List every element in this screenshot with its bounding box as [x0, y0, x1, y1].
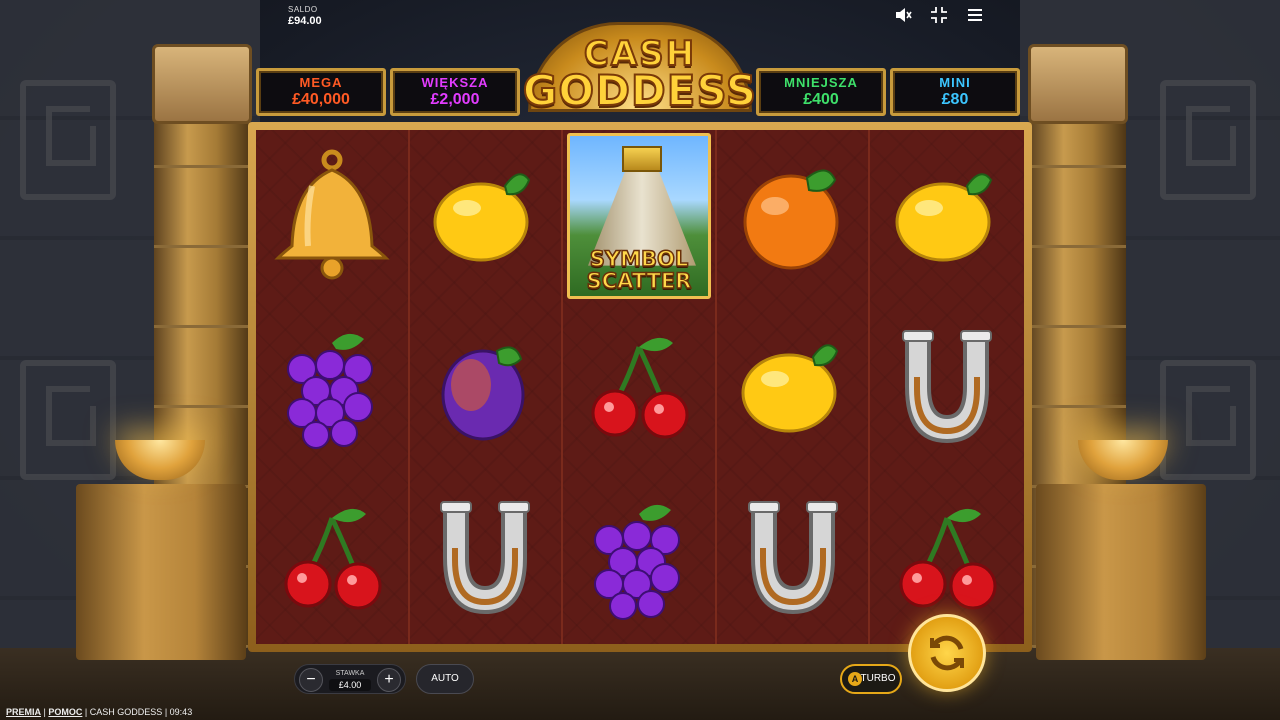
footer-bar: PREMIA | POMOC | CASH GODDESS | 09:43 [6, 707, 192, 717]
jackpot-major: WIĘKSZA £2,000 [390, 68, 520, 116]
bet-increase-button[interactable]: + [377, 668, 401, 692]
reel-2 [409, 130, 564, 644]
turbo-icon: A [848, 672, 862, 686]
symbol-lemon [410, 130, 562, 301]
cherry-icon [899, 509, 997, 610]
spin-button[interactable] [908, 614, 986, 692]
temple-top-art [621, 145, 662, 172]
jackpot-value: £2,000 [430, 91, 480, 108]
reel-frame: SYMBOL SCATTER [248, 122, 1032, 652]
bet-value: £4.00 [329, 679, 371, 691]
reel-3: SYMBOL SCATTER [563, 130, 717, 644]
jackpot-value: £80 [941, 91, 969, 108]
game-logo: CASH GODDESS [520, 22, 760, 132]
scatter-card: SYMBOL SCATTER [566, 132, 711, 299]
symbol-horseshoe [717, 473, 869, 644]
symbol-cherry [256, 473, 408, 644]
menu-icon[interactable] [966, 6, 984, 24]
plum-icon [441, 346, 525, 441]
pillar-cap-left [152, 44, 252, 124]
bet-control: − STAWKA £4.00 + [294, 664, 406, 694]
bonus-link[interactable]: PREMIA [6, 707, 41, 717]
jackpot-name: MEGA [299, 75, 343, 90]
grapes-icon [286, 333, 373, 449]
footer-clock: 09:43 [169, 707, 193, 717]
glyph-carving [1160, 80, 1256, 200]
symbol-horseshoe [870, 301, 1024, 472]
scatter-line-2: SCATTER [586, 268, 692, 293]
fullscreen-exit-icon[interactable] [930, 6, 948, 24]
scatter-text: SYMBOL SCATTER [570, 246, 708, 293]
help-link[interactable]: POMOC [48, 707, 82, 717]
reel-grid: SYMBOL SCATTER [256, 130, 1024, 644]
symbol-scatter: SYMBOL SCATTER [563, 130, 715, 301]
glyph-carving [1160, 360, 1256, 480]
symbol-grapes [563, 473, 715, 644]
lemon-icon [741, 344, 838, 433]
cherry-icon [591, 337, 689, 439]
turbo-label: TURBO [860, 673, 896, 684]
footer-separator: | [84, 707, 88, 717]
footer-game-name: CASH GODDESS [89, 707, 163, 717]
lemon-icon [895, 172, 993, 262]
glyph-carving [20, 360, 116, 480]
horseshoe-icon [902, 329, 993, 443]
top-toolbar [894, 6, 984, 24]
orange-icon [743, 169, 839, 270]
jackpot-name: MNIEJSZA [784, 75, 858, 90]
mute-icon[interactable] [894, 6, 912, 24]
logo-line-2: GODDESS [522, 65, 758, 116]
symbol-lemon [717, 301, 869, 472]
horseshoe-icon [440, 501, 531, 615]
glyph-carving [20, 80, 116, 200]
horseshoe-icon [747, 501, 838, 615]
spin-arrows-icon [930, 635, 964, 671]
balance-display: SALDO £94.00 [288, 6, 322, 27]
reel-4 [716, 130, 871, 644]
cherry-icon [284, 509, 382, 610]
jackpot-mega: MEGA £40,000 [256, 68, 386, 116]
footer-separator: | [43, 707, 46, 717]
symbol-orange [717, 130, 869, 301]
symbol-cherry [563, 301, 715, 472]
reel-1 [256, 130, 410, 644]
autoplay-button[interactable]: AUTO [416, 664, 474, 694]
jackpot-minor: MNIEJSZA £400 [756, 68, 886, 116]
lemon-icon [433, 172, 531, 262]
balance-label: SALDO [288, 5, 318, 14]
pedestal-right [1036, 484, 1206, 660]
symbol-horseshoe [410, 473, 562, 644]
reel-5 [870, 130, 1024, 644]
jackpot-value: £40,000 [292, 91, 350, 108]
jackpot-value: £400 [803, 91, 839, 108]
bell-icon [274, 149, 390, 280]
jackpot-name: WIĘKSZA [421, 75, 489, 90]
turbo-button[interactable]: A TURBO [840, 664, 902, 694]
pillar-cap-right [1028, 44, 1128, 124]
jackpot-name: MINI [939, 75, 971, 90]
jackpot-mini: MINI £80 [890, 68, 1020, 116]
grapes-icon [593, 505, 680, 621]
scatter-line-1: SYMBOL [589, 246, 689, 271]
pedestal-left [76, 484, 246, 660]
footer-separator: | [164, 707, 168, 717]
symbol-bell [256, 130, 408, 301]
symbol-plum [410, 301, 562, 472]
balance-value: £94.00 [288, 15, 322, 27]
symbol-grapes [256, 301, 408, 472]
symbol-lemon [870, 130, 1024, 301]
